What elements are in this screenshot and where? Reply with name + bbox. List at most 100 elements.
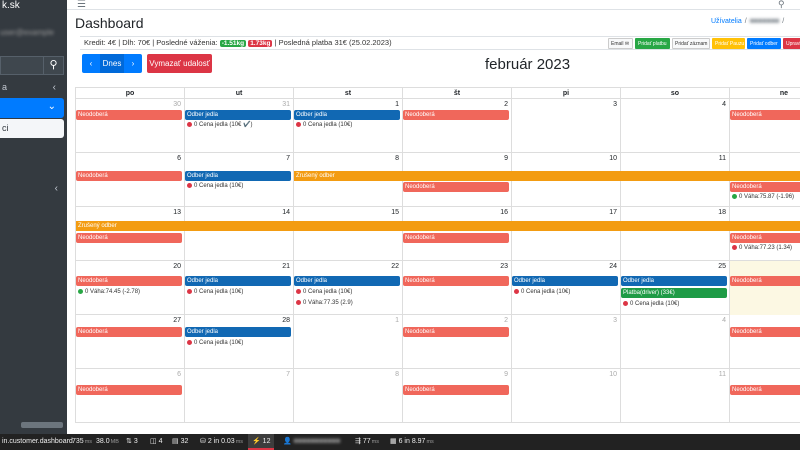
- event-note[interactable]: 0 Váha:77.35 (2.9): [296, 299, 353, 308]
- events-metric[interactable]: ⚡ 12: [248, 434, 275, 450]
- event-note[interactable]: 0 Cena jedla (10€): [296, 121, 352, 130]
- calendar-event[interactable]: Odber jedla: [294, 110, 400, 120]
- calendar-event[interactable]: Odber jedla: [294, 276, 400, 286]
- clear-event-button[interactable]: Vymazať udalosť: [147, 54, 212, 73]
- day-number[interactable]: 30: [173, 101, 181, 108]
- calendar-event[interactable]: Neodoberá: [76, 233, 182, 243]
- user-panel[interactable]: user@example: [0, 28, 60, 38]
- day-number[interactable]: 15: [391, 209, 399, 216]
- sidebar-search-input[interactable]: ⚲: [0, 56, 64, 75]
- quick-action-button[interactable]: Email ✉: [608, 38, 633, 49]
- calendar-event[interactable]: Neodoberá: [76, 276, 182, 286]
- day-number[interactable]: 14: [282, 209, 290, 216]
- day-number[interactable]: 23: [500, 263, 508, 270]
- prev-button[interactable]: ‹: [82, 54, 100, 73]
- calendar-day-cell[interactable]: 8: [293, 369, 402, 423]
- calendar-day-cell[interactable]: 27: [75, 315, 184, 369]
- calendar-day-cell[interactable]: 17: [511, 207, 620, 261]
- day-number[interactable]: 3: [613, 101, 617, 108]
- calendar-day-cell[interactable]: 23: [402, 261, 511, 315]
- memory-metric[interactable]: 38.0MB: [96, 434, 119, 450]
- event-note[interactable]: 0 Cena jedla (10€): [623, 300, 679, 309]
- calendar-day-cell[interactable]: 3: [511, 315, 620, 369]
- day-number[interactable]: 20: [173, 263, 181, 270]
- calendar-day-cell[interactable]: 4: [620, 99, 729, 153]
- calendar-day-cell[interactable]: 26: [729, 261, 800, 315]
- event-note[interactable]: 0 Cena jedla (10€): [514, 288, 570, 297]
- route-label[interactable]: in.customer.dashboard: [2, 434, 73, 450]
- quick-action-button[interactable]: Pridať Pauzu: [712, 38, 745, 49]
- day-number[interactable]: 10: [609, 371, 617, 378]
- calendar-event[interactable]: Odber jedla: [621, 276, 727, 286]
- time-metric[interactable]: 735ms: [72, 434, 92, 450]
- models-metric[interactable]: ⛁ 2 in 0.03ms: [200, 434, 243, 450]
- next-button[interactable]: ›: [124, 54, 142, 73]
- hamburger-icon[interactable]: ☰: [77, 0, 86, 10]
- calendar-event[interactable]: Neodoberá: [76, 171, 182, 181]
- day-number[interactable]: 10: [609, 155, 617, 162]
- day-number[interactable]: 7: [286, 155, 290, 162]
- calendar-day-cell[interactable]: 7: [184, 369, 293, 423]
- quick-action-button[interactable]: Upravi: [783, 38, 800, 49]
- day-number[interactable]: 4: [722, 317, 726, 324]
- today-button[interactable]: Dnes: [100, 54, 124, 73]
- event-note[interactable]: 0 Váha:77.23 (1.34): [732, 244, 792, 253]
- user-metric[interactable]: 👤 ■■■■■■■■■■■: [283, 434, 340, 450]
- calendar-day-cell[interactable]: 18: [620, 207, 729, 261]
- search-icon[interactable]: ⚲: [43, 57, 63, 74]
- calendar-event[interactable]: Neodoberá: [403, 233, 509, 243]
- sidebar-subitem[interactable]: ci: [0, 119, 64, 138]
- day-number[interactable]: 2: [504, 101, 508, 108]
- quick-action-button[interactable]: Pridať platbu: [635, 38, 670, 49]
- day-number[interactable]: 8: [395, 155, 399, 162]
- calendar-event[interactable]: Neodoberá: [403, 110, 509, 120]
- calendar-event[interactable]: Neodoberá: [403, 182, 509, 192]
- quick-action-button[interactable]: Pridať odber: [747, 38, 781, 49]
- calendar-event[interactable]: Odber jedla: [185, 327, 291, 337]
- calendar-event[interactable]: Neodoberá: [403, 276, 509, 286]
- calendar-event[interactable]: Neodoberá: [730, 110, 800, 120]
- calendar-event[interactable]: Neodoberá: [730, 276, 800, 286]
- calendar-event[interactable]: Odber jedla: [512, 276, 618, 286]
- event-note[interactable]: 0 Cena jedla (10€): [187, 339, 243, 348]
- calendar-day-cell[interactable]: 12: [729, 369, 800, 423]
- day-number[interactable]: 31: [282, 101, 290, 108]
- day-number[interactable]: 13: [173, 209, 181, 216]
- sidebar-item-menu[interactable]: a ‹: [0, 82, 64, 96]
- day-number[interactable]: 8: [395, 371, 399, 378]
- quick-action-button[interactable]: Pridať záznam: [672, 38, 710, 49]
- day-number[interactable]: 1: [395, 317, 399, 324]
- perf-metric[interactable]: ⇶ 77ms: [355, 434, 379, 450]
- calendar-event[interactable]: Neodoberá: [730, 327, 800, 337]
- event-note[interactable]: 0 Cena jedla (10€): [187, 288, 243, 297]
- calendar-day-cell[interactable]: 30: [75, 99, 184, 153]
- calendar-event[interactable]: Neodoberá: [403, 385, 509, 395]
- day-number[interactable]: 22: [391, 263, 399, 270]
- requests-metric[interactable]: ⇅ 3: [126, 434, 138, 450]
- event-note[interactable]: 0 Váha:75.87 (-1.96): [732, 193, 794, 202]
- day-number[interactable]: 6: [177, 371, 181, 378]
- calendar-event[interactable]: Neodoberá: [730, 182, 800, 192]
- day-number[interactable]: 3: [613, 317, 617, 324]
- calendar-event[interactable]: Neodoberá: [403, 327, 509, 337]
- calendar-day-cell[interactable]: 11: [620, 369, 729, 423]
- breadcrumb-item[interactable]: ■■■■■■■: [750, 18, 780, 25]
- sidebar-item-active[interactable]: ⌄: [0, 98, 64, 118]
- calendar-event[interactable]: Neodoberá: [730, 233, 800, 243]
- day-number[interactable]: 9: [504, 155, 508, 162]
- event-note[interactable]: 0 Váha:74.45 (-2.78): [78, 288, 140, 297]
- day-number[interactable]: 24: [609, 263, 617, 270]
- calendar-event[interactable]: Platba(driver) (33€): [621, 288, 727, 298]
- day-number[interactable]: 28: [282, 317, 290, 324]
- event-note[interactable]: 0 Cena jedla (10€): [187, 182, 243, 191]
- views-metric[interactable]: ◫ 4: [150, 434, 162, 450]
- breadcrumb-item[interactable]: Užívatelia: [711, 18, 742, 25]
- event-note[interactable]: 0 Cena jedla (10€ ✔️): [187, 121, 253, 130]
- day-number[interactable]: 6: [177, 155, 181, 162]
- calendar-day-cell[interactable]: 1: [293, 315, 402, 369]
- queries-metric[interactable]: ▤ 32: [172, 434, 188, 450]
- calendar-event[interactable]: Odber jedla: [185, 110, 291, 120]
- calendar-day-cell[interactable]: 5: [729, 99, 800, 153]
- calendar-event[interactable]: Neodoberá: [76, 327, 182, 337]
- calendar-event[interactable]: Odber jedla: [185, 171, 291, 181]
